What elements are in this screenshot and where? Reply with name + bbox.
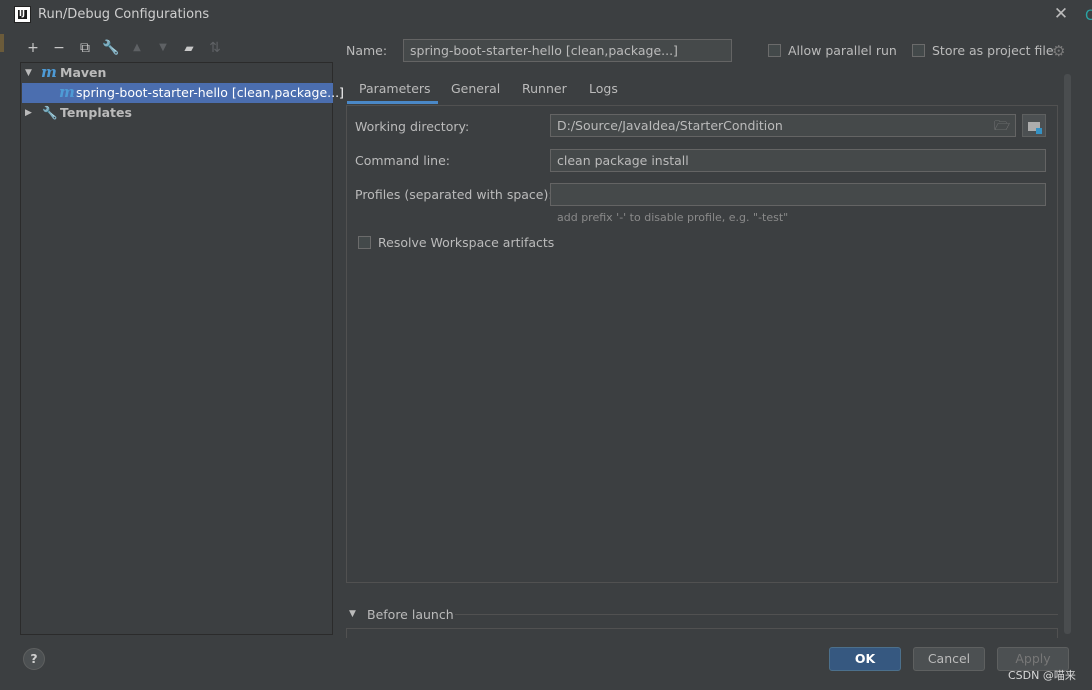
profiles-field[interactable]: [550, 183, 1046, 206]
tree-item-templates[interactable]: ▶ 🔧 Templates: [21, 103, 332, 123]
cancel-button[interactable]: Cancel: [913, 647, 985, 671]
new-folder-icon[interactable]: ▰: [180, 40, 198, 56]
chevron-down-icon[interactable]: ▼: [349, 609, 356, 619]
parameters-panel: [346, 105, 1058, 583]
before-launch-panel: [346, 628, 1058, 638]
browse-macros-button[interactable]: [1022, 114, 1046, 137]
ok-button[interactable]: OK: [829, 647, 901, 671]
tab-runner[interactable]: Runner: [522, 81, 567, 103]
name-field[interactable]: spring-boot-starter-hello [clean,package…: [403, 39, 732, 62]
chevron-down-icon[interactable]: ▼: [25, 63, 32, 83]
command-line-field[interactable]: clean package install: [550, 149, 1046, 172]
tab-general[interactable]: General: [451, 81, 500, 103]
move-up-icon[interactable]: ▲: [128, 40, 146, 56]
watermark: CSDN @喵来: [1008, 669, 1076, 682]
configuration-tree: ▼ m Maven m spring-boot-starter-hello [c…: [20, 62, 344, 635]
close-icon[interactable]: ✕: [1052, 5, 1070, 23]
intellij-logo-icon: IJ: [14, 6, 31, 23]
sort-icon[interactable]: ⇅: [206, 40, 224, 56]
wrench-icon: 🔧: [42, 105, 58, 120]
chevron-right-icon[interactable]: ▶: [25, 103, 32, 123]
wrench-icon[interactable]: 🔧: [102, 40, 120, 56]
move-down-icon[interactable]: ▼: [154, 40, 172, 56]
window-title: Run/Debug Configurations: [38, 7, 210, 22]
gear-icon[interactable]: ⚙: [1052, 42, 1065, 60]
remove-icon[interactable]: −: [50, 40, 68, 56]
tab-parameters[interactable]: Parameters: [359, 81, 431, 103]
command-line-label: Command line:: [355, 153, 450, 168]
tree-item-config[interactable]: m spring-boot-starter-hello [clean,packa…: [22, 83, 344, 103]
profiles-hint: add prefix '-' to disable profile, e.g. …: [557, 211, 789, 224]
tab-logs[interactable]: Logs: [589, 81, 618, 103]
tree-item-label: Maven: [60, 65, 107, 80]
background-editor-edge: [0, 34, 4, 52]
add-icon[interactable]: +: [24, 40, 42, 56]
resolve-workspace-checkbox[interactable]: [358, 236, 371, 249]
resolve-workspace-label: Resolve Workspace artifacts: [378, 235, 555, 250]
tree-item-label: Templates: [60, 105, 132, 120]
help-button[interactable]: ?: [23, 648, 45, 670]
store-project-label: Store as project file: [932, 43, 1054, 58]
name-label: Name:: [346, 43, 388, 58]
active-tab-indicator: [347, 101, 438, 104]
folder-open-icon[interactable]: 🗁: [994, 117, 1010, 139]
separator: [455, 614, 1058, 615]
allow-parallel-checkbox[interactable]: [768, 44, 781, 57]
profiles-label: Profiles (separated with space):: [355, 187, 553, 202]
store-project-checkbox[interactable]: [912, 44, 925, 57]
maven-icon: m: [41, 63, 57, 81]
working-directory-field[interactable]: D:/Source/JavaIdea/StarterCondition: [550, 114, 1016, 137]
background-editor-glyph: C: [1085, 8, 1092, 24]
before-launch-label[interactable]: Before launch: [367, 607, 454, 622]
working-directory-label: Working directory:: [355, 119, 470, 134]
vertical-scrollbar[interactable]: [1064, 74, 1071, 634]
allow-parallel-label: Allow parallel run: [788, 43, 897, 58]
tree-item-label: spring-boot-starter-hello [clean,package…: [76, 85, 344, 100]
tree-item-maven[interactable]: ▼ m Maven: [21, 63, 332, 83]
copy-icon[interactable]: ⧉: [76, 40, 94, 56]
maven-icon: m: [59, 83, 75, 101]
